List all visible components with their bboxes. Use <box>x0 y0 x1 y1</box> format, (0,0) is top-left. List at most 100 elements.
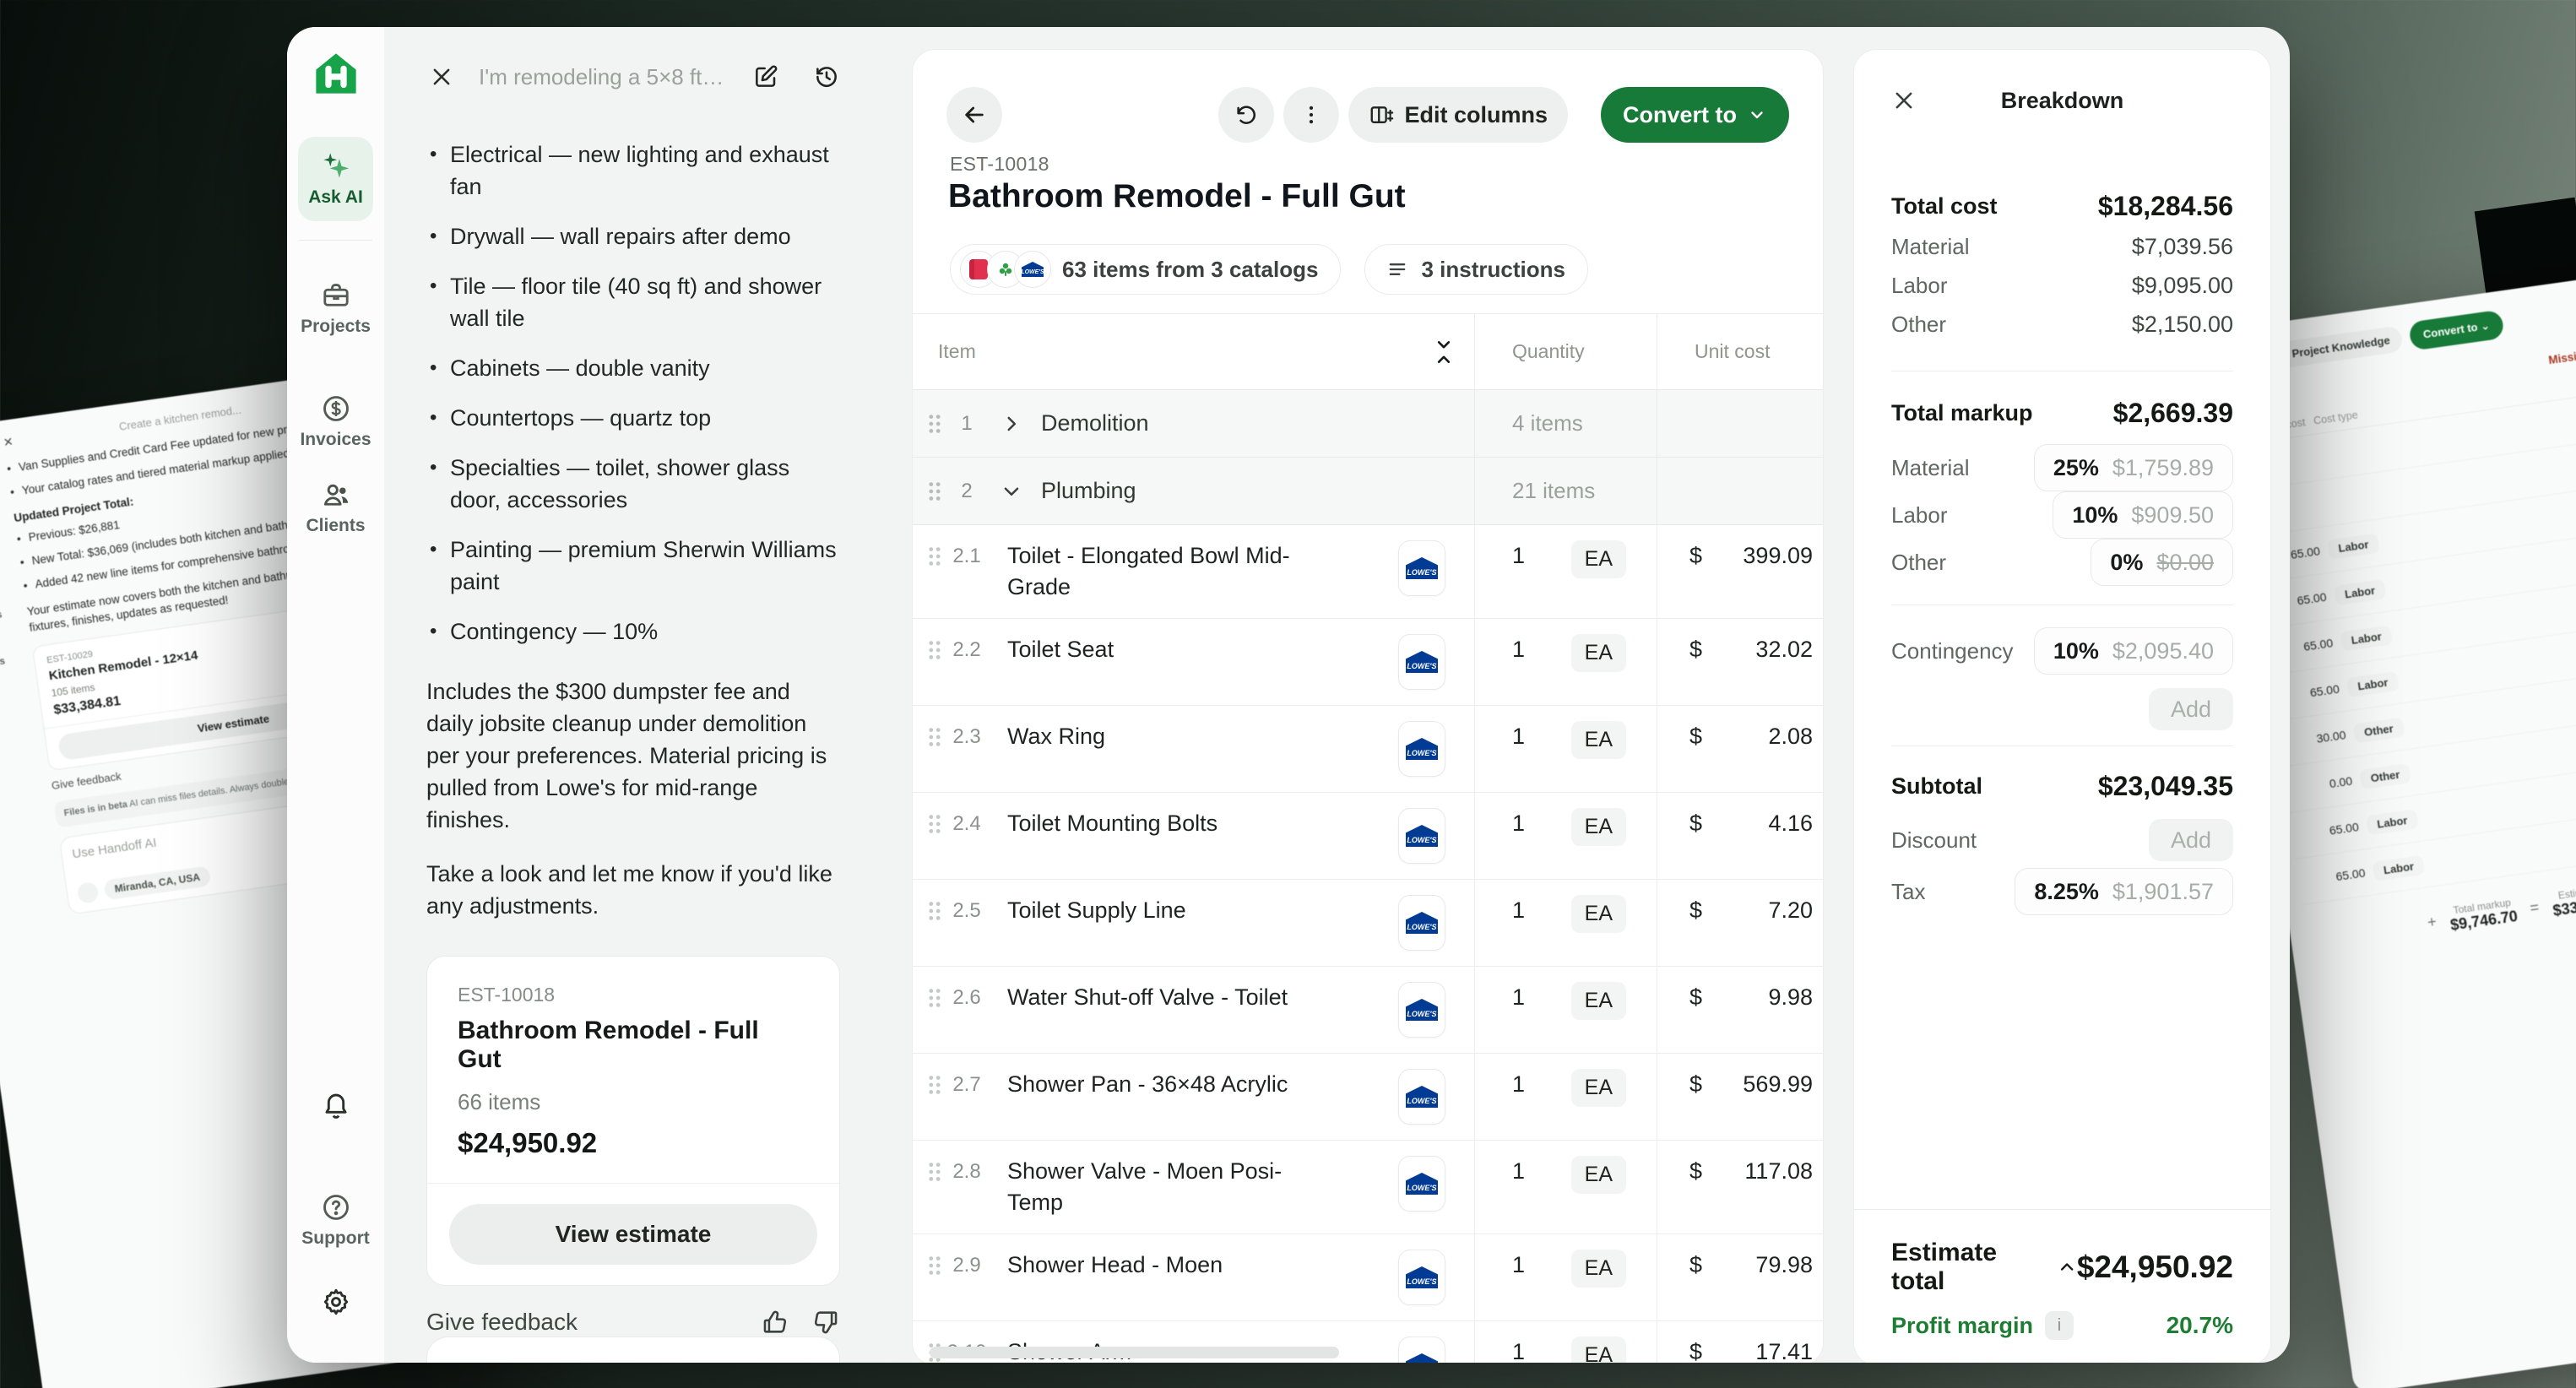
item-name[interactable]: Shower Head - Moen <box>1007 1250 1223 1281</box>
item-unit-cost[interactable]: 569.99 <box>1743 1069 1813 1100</box>
item-name[interactable]: Toilet Seat <box>1007 634 1114 665</box>
table-row[interactable]: 2.6 Water Shut-off Valve - Toilet LOWE'S… <box>913 967 1823 1054</box>
lowes-vendor-badge[interactable]: LOWE'S <box>1398 982 1445 1038</box>
item-quantity[interactable]: 1 <box>1512 808 1525 839</box>
view-estimate-button[interactable]: View estimate <box>449 1204 817 1265</box>
item-unit-cost[interactable]: 17.41 <box>1755 1336 1813 1363</box>
thumbs-up-icon[interactable] <box>761 1308 789 1336</box>
close-chat-button[interactable] <box>418 53 465 100</box>
table-row[interactable]: 2.9 Shower Head - Moen LOWE'S 1 EA $ 79.… <box>913 1234 1823 1321</box>
new-chat-button[interactable] <box>742 53 789 100</box>
item-name[interactable]: Toilet Mounting Bolts <box>1007 808 1217 839</box>
lowes-vendor-badge[interactable]: LOWE'S <box>1398 1336 1445 1363</box>
item-quantity[interactable]: 1 <box>1512 634 1525 665</box>
drag-handle-icon[interactable] <box>925 480 945 503</box>
chevron-right-icon[interactable] <box>1001 413 1022 435</box>
item-unit[interactable]: EA <box>1571 808 1626 846</box>
item-quantity[interactable]: 1 <box>1512 1069 1525 1100</box>
drag-handle-icon[interactable] <box>925 1073 945 1097</box>
item-name[interactable]: Water Shut-off Valve - Toilet <box>1007 982 1288 1013</box>
item-quantity[interactable]: 1 <box>1512 1336 1525 1363</box>
close-breakdown-icon[interactable] <box>1891 88 1917 113</box>
drag-handle-icon[interactable] <box>925 412 945 436</box>
drag-handle-icon[interactable] <box>925 899 945 923</box>
handoff-logo[interactable] <box>313 51 359 96</box>
table-row[interactable]: 2.1 Toilet - Elongated Bowl Mid-Grade LO… <box>913 525 1823 619</box>
group-row-plumbing[interactable]: 2 Plumbing 21 items <box>913 458 1823 525</box>
table-row[interactable]: 2.3 Wax Ring LOWE'S 1 EA $ 2.08 <box>913 706 1823 793</box>
drag-handle-icon[interactable] <box>925 986 945 1010</box>
lowes-vendor-badge[interactable]: LOWE'S <box>1398 895 1445 951</box>
group-row-demolition[interactable]: 1 Demolition 4 items <box>913 390 1823 458</box>
markup-material-input[interactable]: 25%$1,759.89 <box>2034 444 2233 491</box>
item-unit-cost[interactable]: 32.02 <box>1755 634 1813 665</box>
item-unit[interactable]: EA <box>1571 721 1626 759</box>
item-unit-cost[interactable]: 79.98 <box>1755 1250 1813 1281</box>
item-quantity[interactable]: 1 <box>1512 982 1525 1013</box>
table-row[interactable]: 2.7 Shower Pan - 36×48 Acrylic LOWE'S 1 … <box>913 1054 1823 1141</box>
item-unit[interactable]: EA <box>1571 634 1626 672</box>
item-unit[interactable]: EA <box>1571 982 1626 1020</box>
item-unit[interactable]: EA <box>1571 540 1626 578</box>
sidebar-item-projects[interactable]: Projects <box>287 280 384 337</box>
chat-input-card[interactable]: Use Handoff AI Use ⌘ + Return to submit … <box>426 1336 840 1363</box>
item-unit-cost[interactable]: 9.98 <box>1768 982 1813 1013</box>
item-unit-cost[interactable]: 4.16 <box>1768 808 1813 839</box>
catalogs-badge[interactable]: LOWE'S 63 items from 3 catalogs <box>950 244 1341 295</box>
drag-handle-icon[interactable] <box>925 1160 945 1184</box>
markup-labor-input[interactable]: 10%$909.50 <box>2053 491 2233 539</box>
item-name[interactable]: Shower Valve - Moen Posi-Temp <box>1007 1156 1294 1218</box>
edit-columns-button[interactable]: Edit columns <box>1348 87 1568 143</box>
notifications-button[interactable] <box>287 1089 384 1120</box>
drag-handle-icon[interactable] <box>925 725 945 749</box>
more-options-button[interactable] <box>1283 87 1339 143</box>
lowes-vendor-badge[interactable]: LOWE'S <box>1398 808 1445 864</box>
tax-input[interactable]: 8.25%$1,901.57 <box>2015 868 2233 915</box>
sidebar-item-clients[interactable]: Clients <box>287 480 384 536</box>
sidebar-item-ask-ai[interactable]: Ask AI <box>298 137 373 221</box>
thumbs-down-icon[interactable] <box>811 1308 840 1336</box>
instructions-badge[interactable]: 3 instructions <box>1364 244 1587 295</box>
add-markup-button[interactable]: Add <box>2149 688 2233 730</box>
collapse-all-button[interactable] <box>1432 338 1456 366</box>
back-button[interactable] <box>946 87 1002 143</box>
item-unit[interactable]: EA <box>1571 1336 1626 1363</box>
item-quantity[interactable]: 1 <box>1512 540 1525 572</box>
item-name[interactable]: Toilet Supply Line <box>1007 895 1186 926</box>
drag-handle-icon[interactable] <box>925 1254 945 1277</box>
lowes-vendor-badge[interactable]: LOWE'S <box>1398 1069 1445 1125</box>
drag-handle-icon[interactable] <box>925 812 945 836</box>
item-name[interactable]: Shower Pan - 36×48 Acrylic <box>1007 1069 1288 1100</box>
horizontal-scrollbar[interactable] <box>930 1347 1339 1358</box>
sidebar-item-invoices[interactable]: Invoices <box>287 393 384 450</box>
add-discount-button[interactable]: Add <box>2149 819 2233 861</box>
item-unit-cost[interactable]: 117.08 <box>1744 1156 1813 1187</box>
table-row[interactable]: 2.5 Toilet Supply Line LOWE'S 1 EA $ 7.2… <box>913 880 1823 967</box>
item-name[interactable]: Toilet - Elongated Bowl Mid-Grade <box>1007 540 1294 603</box>
item-unit[interactable]: EA <box>1571 1250 1626 1288</box>
lowes-vendor-badge[interactable]: LOWE'S <box>1398 721 1445 777</box>
item-unit[interactable]: EA <box>1571 1069 1626 1107</box>
settings-button[interactable] <box>287 1287 384 1317</box>
chat-messages[interactable]: Electrical — new lighting and exhaust fa… <box>384 127 882 1363</box>
item-quantity[interactable]: 1 <box>1512 1250 1525 1281</box>
chevron-down-icon[interactable] <box>1001 480 1022 502</box>
item-unit-cost[interactable]: 7.20 <box>1768 895 1813 926</box>
convert-to-button[interactable]: Convert to <box>1601 87 1789 143</box>
info-icon[interactable]: i <box>2045 1311 2074 1340</box>
markup-other-input[interactable]: 0%$0.00 <box>2091 539 2233 586</box>
contingency-input[interactable]: 10%$2,095.40 <box>2034 627 2233 675</box>
item-name[interactable]: Wax Ring <box>1007 721 1105 752</box>
chat-input-placeholder[interactable]: Use Handoff AI <box>454 1361 812 1363</box>
chat-title[interactable]: I'm remodeling a 5×8 ft ba... <box>479 64 729 90</box>
item-unit[interactable]: EA <box>1571 1156 1626 1194</box>
lowes-vendor-badge[interactable]: LOWE'S <box>1398 1156 1445 1212</box>
drag-handle-icon[interactable] <box>925 545 945 568</box>
estimate-page-title[interactable]: Bathroom Remodel - Full Gut <box>948 178 1406 215</box>
undo-button[interactable] <box>1218 87 1274 143</box>
item-unit[interactable]: EA <box>1571 895 1626 933</box>
drag-handle-icon[interactable] <box>925 638 945 662</box>
sidebar-item-support[interactable]: Support <box>287 1192 384 1249</box>
chat-history-button[interactable] <box>803 53 850 100</box>
table-row[interactable]: 2.8 Shower Valve - Moen Posi-Temp LOWE'S… <box>913 1141 1823 1234</box>
